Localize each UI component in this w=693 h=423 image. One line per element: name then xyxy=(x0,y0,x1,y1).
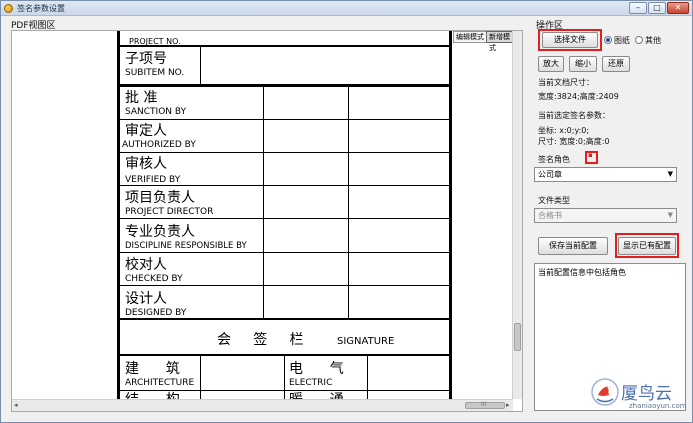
role-cn-0: 批 准 xyxy=(125,90,158,106)
sig-right-en-0: ELECTRIC xyxy=(289,378,333,388)
watermark-logo: 厦鸟云 zhaniaoyun.com xyxy=(589,375,687,417)
role-en-5: CHECKED BY xyxy=(125,274,183,284)
add-role-icon[interactable]: ▪ xyxy=(588,151,593,159)
sig-left-cn-0: 建 筑 xyxy=(125,361,180,377)
doc-size-label: 当前文档尺寸： xyxy=(538,78,594,87)
chevron-down-icon: ▼ xyxy=(667,211,673,219)
role-cn-2: 审核人 xyxy=(125,156,167,172)
vertical-scrollbar[interactable] xyxy=(512,31,522,399)
title-block-table: PROJECT NO. 子项号 SUBITEM NO. 批 准 SANCTION… xyxy=(117,31,452,399)
radio-drawing[interactable] xyxy=(604,36,612,44)
sign-role-select[interactable]: 公司章 ▼ xyxy=(534,167,677,182)
scroll-left-icon[interactable]: ◂ xyxy=(14,401,18,409)
role-cn-3: 项目负责人 xyxy=(125,190,195,206)
role-cn-6: 设计人 xyxy=(125,291,167,307)
sig-right-cn-0: 电 气 xyxy=(289,361,344,377)
pdf-view-frame: PROJECT NO. 子项号 SUBITEM NO. 批 准 SANCTION… xyxy=(11,30,523,412)
save-config-button[interactable]: 保存当前配置 xyxy=(538,237,608,255)
close-button[interactable]: ✕ xyxy=(667,2,689,14)
subitem-en: SUBITEM NO. xyxy=(125,68,185,78)
role-en-6: DESIGNED BY xyxy=(125,308,187,318)
main-window: 签名参数设置 – □ ✕ PDF视图区 PROJECT NO. 子项号 SUBI… xyxy=(0,0,693,423)
role-en-3: PROJECT DIRECTOR xyxy=(125,207,214,217)
edit-mode-tab[interactable]: 编辑模式 xyxy=(453,31,487,43)
sig-left-en-0: ARCHITECTURE xyxy=(125,378,195,388)
app-icon xyxy=(4,4,13,13)
horizontal-scroll-thumb[interactable]: III xyxy=(465,401,505,409)
radio-other[interactable] xyxy=(635,36,643,44)
role-cn-5: 校对人 xyxy=(125,257,167,273)
sign-role-highlight: ▪ xyxy=(585,151,598,164)
add-mode-tab[interactable]: 新增模式 xyxy=(486,31,513,52)
subitem-cn: 子项号 xyxy=(125,51,167,67)
maximize-button[interactable]: □ xyxy=(648,2,666,14)
reset-button[interactable]: 还原 xyxy=(602,56,630,72)
minimize-button[interactable]: – xyxy=(629,2,647,14)
role-en-4: DISCIPLINE RESPONSIBLE BY xyxy=(125,241,247,251)
bird-logo-icon xyxy=(591,378,619,406)
file-type-select[interactable]: 合格书 ▼ xyxy=(534,208,677,223)
title-bar: 签名参数设置 – □ ✕ xyxy=(1,1,692,16)
vertical-scroll-thumb[interactable] xyxy=(514,323,521,351)
role-cn-1: 审定人 xyxy=(125,123,167,139)
role-en-1: AUTHORIZED BY xyxy=(122,140,196,150)
zoom-out-button[interactable]: 缩小 xyxy=(569,56,597,72)
file-type-value: 合格书 xyxy=(538,211,562,220)
show-config-button[interactable]: 显示已有配置 xyxy=(618,237,676,255)
radio-drawing-label: 图纸 xyxy=(614,36,630,45)
sign-role-value: 公司章 xyxy=(538,170,562,179)
select-file-button[interactable]: 选择文件 xyxy=(542,32,598,48)
radio-other-label: 其他 xyxy=(645,36,661,45)
sign-params-label: 当前选定签名参数： xyxy=(538,111,610,120)
sign-coords: 坐标: x:0;y:0; xyxy=(538,126,590,135)
scroll-right-icon[interactable]: ▸ xyxy=(506,401,510,409)
sign-size: 尺寸: 宽度:0;高度:0 xyxy=(538,137,610,146)
role-en-2: VERIFIED BY xyxy=(125,175,181,185)
watermark-text: 厦鸟云 xyxy=(621,384,672,404)
role-cn-4: 专业负责人 xyxy=(125,224,195,240)
watermark-sub: zhaniaoyun.com xyxy=(629,402,687,410)
pdf-viewport[interactable]: PROJECT NO. 子项号 SUBITEM NO. 批 准 SANCTION… xyxy=(12,31,513,399)
config-roles-header: 当前配置信息中包括角色 xyxy=(538,268,626,277)
role-en-0: SANCTION BY xyxy=(125,107,187,117)
doc-size-value: 宽度:3824;高度:2409 xyxy=(538,92,619,101)
window-title: 签名参数设置 xyxy=(17,4,65,13)
scroll-grip-icon: III xyxy=(481,401,487,408)
chevron-down-icon: ▼ xyxy=(667,170,673,178)
file-type-label: 文件类型 xyxy=(538,196,570,205)
horizontal-scrollbar[interactable]: ◂ III ▸ xyxy=(12,399,513,411)
sign-role-label: 签名角色 xyxy=(538,155,570,164)
zoom-in-button[interactable]: 放大 xyxy=(538,56,564,72)
signature-en: SIGNATURE xyxy=(337,336,395,347)
signature-cn: 会 签 栏 xyxy=(217,332,304,348)
